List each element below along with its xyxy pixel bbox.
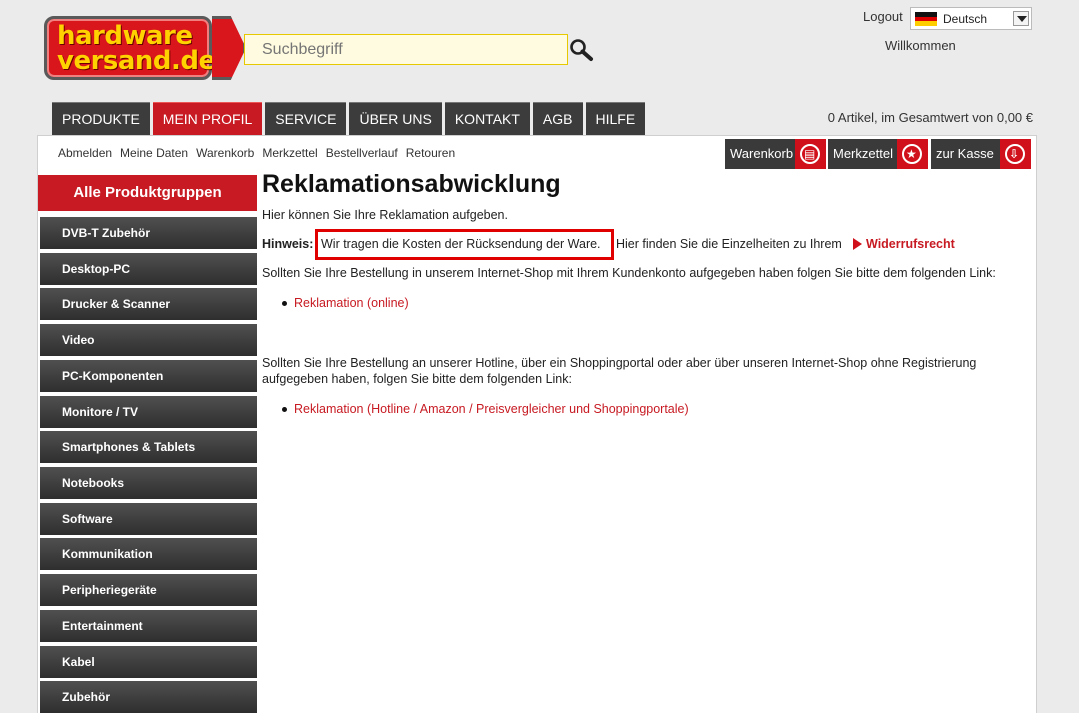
bullet-icon bbox=[282, 407, 287, 412]
hint-highlight-box: Wir tragen die Kosten der Rücksendung de… bbox=[315, 229, 614, 260]
language-select[interactable]: Deutsch bbox=[910, 7, 1032, 30]
sidebar-item-kommunikation[interactable]: Kommunikation bbox=[40, 538, 257, 570]
sidebar-item-drucker-scanner[interactable]: Drucker & Scanner bbox=[40, 288, 257, 320]
logo-text-line-2: versand.de bbox=[57, 46, 216, 76]
subnav-meine-daten[interactable]: Meine Daten bbox=[120, 146, 188, 160]
logout-link[interactable]: Logout bbox=[863, 9, 903, 24]
star-icon: ★ bbox=[897, 139, 928, 169]
nav-tab-service[interactable]: SERVICE bbox=[265, 102, 347, 135]
subnav-bestellverlauf[interactable]: Bestellverlauf bbox=[326, 146, 398, 160]
sidebar-item-monitore-tv[interactable]: Monitore / TV bbox=[40, 396, 257, 428]
nav-tab-mein-profil[interactable]: MEIN PROFIL bbox=[152, 102, 263, 135]
chevron-down-icon[interactable] bbox=[1013, 11, 1029, 26]
reklamation-online-link[interactable]: Reklamation (online) bbox=[294, 296, 409, 310]
sidebar-item-desktop-pc[interactable]: Desktop-PC bbox=[40, 253, 257, 285]
subnav-merkzettel[interactable]: Merkzettel bbox=[262, 146, 317, 160]
sidebar-item-pc-komponenten[interactable]: PC-Komponenten bbox=[40, 360, 257, 392]
paragraph-hotline-line-1: Sollten Sie Ihre Bestellung an unserer H… bbox=[262, 356, 977, 370]
reklamation-hotline-link[interactable]: Reklamation (Hotline / Amazon / Preisver… bbox=[294, 402, 689, 416]
nav-tab-hilfe[interactable]: HILFE bbox=[585, 102, 646, 135]
logo[interactable]: hardware versand.de bbox=[44, 16, 216, 80]
paragraph-registered-customers: Sollten Sie Ihre Bestellung in unserem I… bbox=[262, 266, 996, 280]
nav-tab-kontakt[interactable]: KONTAKT bbox=[444, 102, 530, 135]
sidebar-header[interactable]: Alle Produktgruppen bbox=[38, 175, 257, 211]
subnav-abmelden[interactable]: Abmelden bbox=[58, 146, 112, 160]
hint-text: Wir tragen die Kosten der Rücksendung de… bbox=[321, 237, 601, 251]
sidebar-item-zubehoer[interactable]: Zubehör bbox=[40, 681, 257, 713]
wishlist-button[interactable]: Merkzettel ★ bbox=[828, 139, 928, 169]
sidebar-item-kabel[interactable]: Kabel bbox=[40, 646, 257, 678]
sidebar-item-software[interactable]: Software bbox=[40, 503, 257, 535]
sidebar-item-notebooks[interactable]: Notebooks bbox=[40, 467, 257, 499]
sidebar-item-dvbt-zubehoer[interactable]: DVB-T Zubehör bbox=[40, 217, 257, 249]
profile-subnav: Abmelden Meine Daten Warenkorb Merkzette… bbox=[58, 146, 455, 160]
nav-tab-ueber-uns[interactable]: ÜBER UNS bbox=[349, 102, 442, 135]
subnav-retouren[interactable]: Retouren bbox=[406, 146, 455, 160]
nav-tab-produkte[interactable]: PRODUKTE bbox=[52, 102, 150, 135]
logo-arrow-decoration bbox=[212, 16, 246, 80]
german-flag-icon bbox=[915, 12, 937, 26]
language-selected-value: Deutsch bbox=[943, 12, 988, 26]
arrow-right-icon bbox=[853, 238, 862, 250]
bullet-icon bbox=[282, 301, 287, 306]
subnav-warenkorb[interactable]: Warenkorb bbox=[196, 146, 254, 160]
paragraph-hotline-line-2: aufgegeben haben, folgen Sie bitte dem f… bbox=[262, 372, 572, 386]
checkout-icon: ⇩ bbox=[1000, 139, 1031, 169]
checkout-button[interactable]: zur Kasse ⇩ bbox=[931, 139, 1031, 169]
page-title: Reklamationsabwicklung bbox=[262, 170, 561, 198]
intro-text: Hier können Sie Ihre Reklamation aufgebe… bbox=[262, 208, 508, 222]
cart-button[interactable]: Warenkorb ▤ bbox=[725, 139, 826, 169]
cart-button-label: Warenkorb bbox=[730, 146, 794, 161]
sidebar-item-smartphones-tablets[interactable]: Smartphones & Tablets bbox=[40, 431, 257, 463]
search-icon bbox=[570, 39, 593, 61]
basket-icon: ▤ bbox=[795, 139, 826, 169]
cart-summary: 0 Artikel, im Gesamtwert von 0,00 € bbox=[827, 110, 1033, 125]
nav-tab-agb[interactable]: AGB bbox=[532, 102, 583, 135]
hint-label: Hinweis: bbox=[262, 237, 314, 251]
welcome-text: Willkommen bbox=[885, 38, 956, 53]
checkout-button-label: zur Kasse bbox=[936, 146, 994, 161]
search-button[interactable] bbox=[568, 37, 596, 63]
sidebar-item-video[interactable]: Video bbox=[40, 324, 257, 356]
main-nav: PRODUKTE MEIN PROFIL SERVICE ÜBER UNS KO… bbox=[52, 102, 646, 135]
wishlist-button-label: Merkzettel bbox=[833, 146, 893, 161]
hint-rest-text: Hier finden Sie die Einzelheiten zu Ihre… bbox=[616, 237, 842, 251]
search-input[interactable] bbox=[244, 34, 568, 65]
sidebar-item-peripheriegeraete[interactable]: Peripheriegeräte bbox=[40, 574, 257, 606]
sidebar-item-entertainment[interactable]: Entertainment bbox=[40, 610, 257, 642]
widerrufsrecht-link[interactable]: Widerrufsrecht bbox=[866, 237, 955, 251]
